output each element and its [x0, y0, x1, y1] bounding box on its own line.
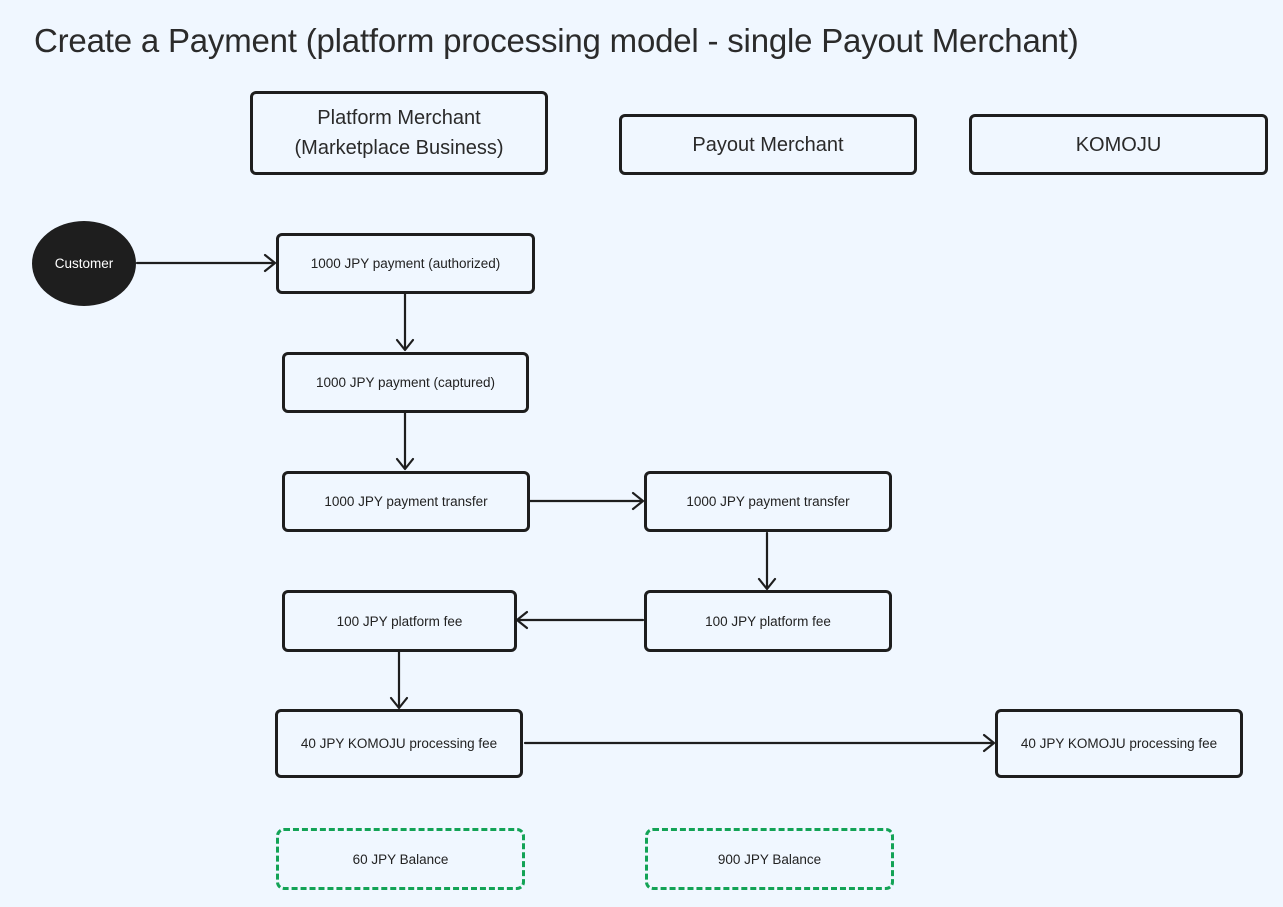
arrow-captured-to-transfer: [395, 411, 415, 471]
arrow-pm-komoju-fee-to-komoju: [523, 733, 996, 753]
arrow-pm-fee-to-komoju-fee: [389, 650, 409, 710]
node-payment-authorized: 1000 JPY payment (authorized): [276, 233, 535, 294]
node-pm-payment-transfer: 1000 JPY payment transfer: [282, 471, 530, 532]
node-po-payment-transfer: 1000 JPY payment transfer: [644, 471, 892, 532]
arrow-po-transfer-to-po-fee: [757, 531, 777, 591]
balance-platform-merchant: 60 JPY Balance: [276, 828, 525, 890]
node-payment-captured: 1000 JPY payment (captured): [282, 352, 529, 413]
node-pm-platform-fee: 100 JPY platform fee: [282, 590, 517, 652]
balance-payout-merchant: 900 JPY Balance: [645, 828, 894, 890]
arrow-customer-to-authorized: [135, 253, 277, 273]
node-pm-komoju-fee: 40 JPY KOMOJU processing fee: [275, 709, 523, 778]
node-komoju-processing-fee: 40 JPY KOMOJU processing fee: [995, 709, 1243, 778]
arrow-po-fee-to-pm-fee: [515, 610, 645, 630]
arrow-pm-transfer-to-po-transfer: [528, 491, 645, 511]
customer-node: Customer: [32, 221, 136, 306]
node-po-platform-fee: 100 JPY platform fee: [644, 590, 892, 652]
arrow-authorized-to-captured: [395, 292, 415, 352]
